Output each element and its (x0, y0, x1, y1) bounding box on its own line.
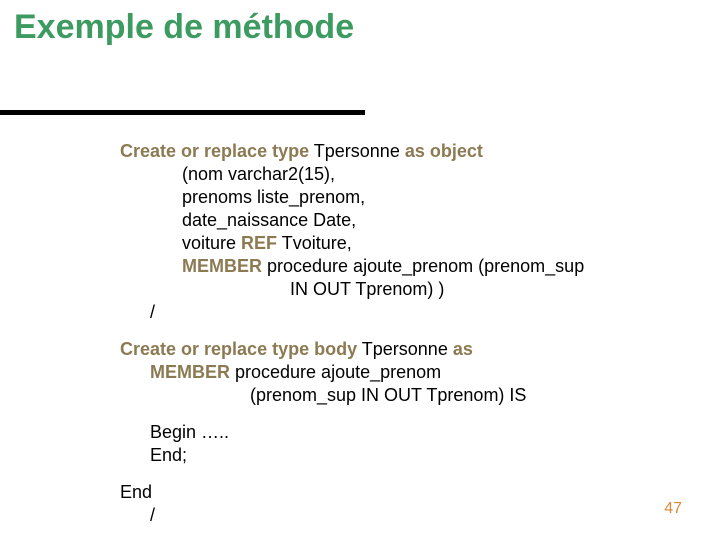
code-line: Begin ….. (120, 421, 700, 444)
code-text: Tpersonne (357, 339, 453, 359)
code-text: End; (150, 445, 187, 465)
divider (0, 110, 365, 115)
code-line: End (120, 481, 700, 504)
code-line: / (120, 301, 700, 324)
keyword: MEMBER (182, 256, 262, 276)
code-line: Create or replace type body Tpersonne as (120, 338, 700, 361)
keyword: MEMBER (150, 362, 230, 382)
spacer (120, 407, 700, 421)
code-text: End (120, 482, 152, 502)
code-text: Begin ….. (150, 422, 229, 442)
code-text: date_naissance Date, (182, 210, 356, 230)
keyword: as (453, 339, 473, 359)
code-text: voiture (182, 233, 241, 253)
keyword: REF (241, 233, 277, 253)
keyword: Create or replace type body (120, 339, 357, 359)
spacer (120, 467, 700, 481)
code-block: Create or replace type Tpersonne as obje… (120, 140, 700, 527)
code-line: date_naissance Date, (120, 209, 700, 232)
slide: Exemple de méthode Create or replace typ… (0, 0, 720, 540)
code-text: procedure ajoute_prenom (230, 362, 441, 382)
code-line: IN OUT Tprenom) ) (120, 278, 700, 301)
code-line: (nom varchar2(15), (120, 163, 700, 186)
code-text: (nom varchar2(15), (182, 164, 335, 184)
keyword: Create or replace type (120, 141, 309, 161)
code-text: (prenom_sup IN OUT Tprenom) IS (250, 385, 526, 405)
code-text: IN OUT Tprenom) ) (290, 279, 444, 299)
code-line: MEMBER procedure ajoute_prenom (prenom_s… (120, 255, 700, 278)
code-text: prenoms liste_prenom, (182, 187, 365, 207)
code-line: MEMBER procedure ajoute_prenom (120, 361, 700, 384)
code-line: End; (120, 444, 700, 467)
code-line: / (120, 504, 700, 527)
code-line: prenoms liste_prenom, (120, 186, 700, 209)
code-text: procedure ajoute_prenom (prenom_sup (262, 256, 584, 276)
code-text: Tvoiture, (277, 233, 352, 253)
slide-title: Exemple de méthode (14, 8, 354, 47)
code-line: voiture REF Tvoiture, (120, 232, 700, 255)
code-text: Tpersonne (309, 141, 405, 161)
page-number: 47 (664, 500, 682, 518)
code-line: (prenom_sup IN OUT Tprenom) IS (120, 384, 700, 407)
code-line: Create or replace type Tpersonne as obje… (120, 140, 700, 163)
spacer (120, 324, 700, 338)
keyword: as object (405, 141, 483, 161)
code-text: / (150, 505, 155, 525)
code-text: / (150, 302, 155, 322)
